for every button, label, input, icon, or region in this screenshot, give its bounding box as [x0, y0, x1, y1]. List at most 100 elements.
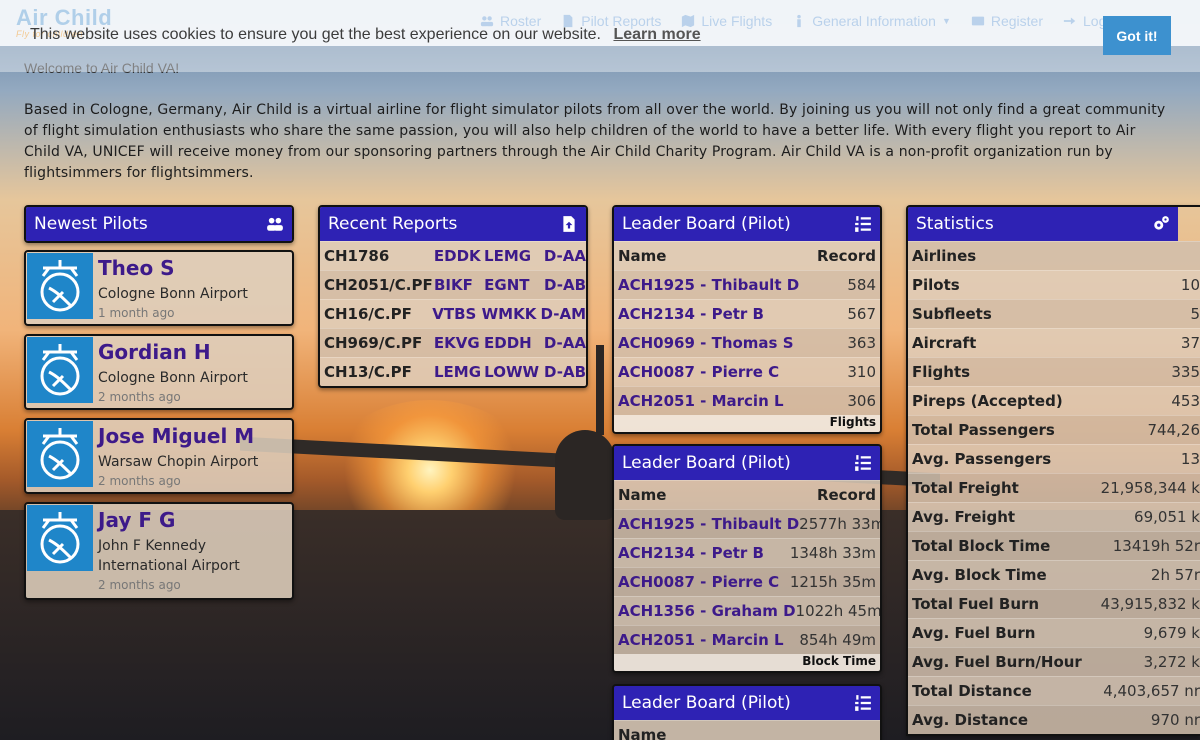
stat-label: Pilots: [912, 276, 960, 294]
col-name: Name: [618, 726, 667, 740]
statistics-row: Avg. Block Time 2h 57r: [908, 560, 1200, 589]
cookie-accept-button[interactable]: Got it!: [1103, 16, 1171, 55]
report-arr-airport[interactable]: EGNT: [484, 276, 544, 294]
statistics-row: Avg. Distance 970 nr: [908, 705, 1200, 734]
report-registration[interactable]: D-AA: [544, 334, 586, 352]
recent-reports-table: CH1786 EDDK LEMG D-AA CH2051/C.PF BIKF EGNT D-A…: [320, 241, 586, 386]
report-registration[interactable]: D-AA: [544, 247, 586, 265]
report-flight[interactable]: CH969/C.PF: [324, 334, 434, 352]
leaderboard-block-footer: Block Time: [614, 654, 880, 671]
list-ordered-icon: [855, 695, 871, 711]
statistics-row: Total Block Time 13419h 52r: [908, 531, 1200, 560]
pilot-name[interactable]: Jose Miguel M: [98, 424, 254, 448]
report-row[interactable]: CH1786 EDDK LEMG D-AA: [320, 241, 586, 270]
pilot-card[interactable]: Jay F G John F Kennedy International Air…: [24, 502, 294, 600]
report-registration[interactable]: D-AM: [541, 305, 587, 323]
leaderboard-pilot-link[interactable]: ACH1925 - Thibault D: [618, 515, 799, 533]
leaderboard-record: 2577h 33m: [799, 515, 880, 533]
report-arr-airport[interactable]: LOWW: [484, 363, 544, 381]
file-upload-icon: [563, 216, 575, 232]
leaderboard-pilot-link[interactable]: ACH2051 - Marcin L: [618, 392, 784, 410]
leaderboard-row[interactable]: ACH1356 - Graham D 1022h 45m: [614, 596, 880, 625]
leaderboard-row[interactable]: ACH1925 - Thibault D 584: [614, 270, 880, 299]
stat-label: Aircraft: [912, 334, 977, 352]
stat-label: Avg. Block Time: [912, 566, 1047, 584]
stat-value: 970 nr: [1150, 711, 1200, 729]
leaderboard-record: 567: [847, 305, 876, 323]
leaderboard-row[interactable]: ACH0087 - Pierre C 310: [614, 357, 880, 386]
stat-label: Total Fuel Burn: [912, 595, 1040, 613]
pilot-name[interactable]: Theo S: [98, 256, 175, 280]
report-row[interactable]: CH16/C.PF VTBS WMKK D-AM: [320, 299, 586, 328]
report-registration[interactable]: D-AB: [544, 276, 586, 294]
recent-reports-title: Recent Reports: [328, 214, 458, 234]
leaderboard-pilot-link[interactable]: ACH0087 - Pierre C: [618, 573, 779, 591]
leaderboard-row[interactable]: ACH2134 - Petr B 1348h 33m: [614, 538, 880, 567]
list-ordered-icon: [855, 455, 871, 471]
sunset-glow: [330, 400, 530, 540]
leaderboard-row[interactable]: ACH2051 - Marcin L 854h 49m: [614, 625, 880, 654]
airplane-silhouette: [555, 430, 615, 520]
stat-value: 43,915,832 k: [1100, 595, 1200, 613]
stat-value: 69,051 k: [1134, 508, 1200, 526]
recent-reports-panel: Recent Reports CH1786 EDDK LEMG D-AA CH2051/…: [318, 205, 588, 388]
report-row[interactable]: CH13/C.PF LEMG LOWW D-AB: [320, 357, 586, 386]
stat-value: 21,958,344 k: [1100, 479, 1200, 497]
pilot-card[interactable]: Jose Miguel M Warsaw Chopin Airport 2 mo…: [24, 418, 294, 494]
statistics-row: Flights 335: [908, 357, 1200, 386]
statistics-title: Statistics: [916, 214, 994, 234]
report-dep-airport[interactable]: VTBS: [432, 305, 481, 323]
report-flight[interactable]: CH2051/C.PF: [324, 276, 434, 294]
report-row[interactable]: CH2051/C.PF BIKF EGNT D-AB: [320, 270, 586, 299]
stat-label: Total Freight: [912, 479, 1019, 497]
leaderboard-block-panel: Leader Board (Pilot) Name Record ACH1925…: [612, 444, 882, 673]
leaderboard-row[interactable]: ACH2051 - Marcin L 306: [614, 386, 880, 415]
stat-label: Total Distance: [912, 682, 1032, 700]
leaderboard-pilot-link[interactable]: ACH1925 - Thibault D: [618, 276, 799, 294]
newest-pilots-header: Newest Pilots: [26, 207, 292, 241]
report-dep-airport[interactable]: EDDK: [434, 247, 484, 265]
leaderboard-row[interactable]: ACH0969 - Thomas S 363: [614, 328, 880, 357]
pilot-card[interactable]: Gordian H Cologne Bonn Airport 2 months …: [24, 334, 294, 410]
cookie-text: This website uses cookies to ensure you …: [30, 26, 601, 43]
pilot-name[interactable]: Jay F G: [98, 508, 175, 532]
leaderboard-flights-header: Leader Board (Pilot): [614, 207, 880, 241]
report-flight[interactable]: CH1786: [324, 247, 434, 265]
leaderboard-pilot-link[interactable]: ACH0969 - Thomas S: [618, 334, 794, 352]
leaderboard-record: 1348h 33m: [789, 544, 876, 562]
pilot-name[interactable]: Gordian H: [98, 340, 211, 364]
report-row[interactable]: CH969/C.PF EKVG EDDH D-AA: [320, 328, 586, 357]
report-registration[interactable]: D-AB: [544, 363, 586, 381]
leaderboard-row[interactable]: ACH1925 - Thibault D 2577h 33m: [614, 509, 880, 538]
report-dep-airport[interactable]: LEMG: [434, 363, 484, 381]
report-flight[interactable]: CH16/C.PF: [324, 305, 432, 323]
stat-value: 9,679 k: [1143, 624, 1200, 642]
leaderboard-third-panel: Leader Board (Pilot) Name: [612, 684, 882, 740]
leaderboard-flights-head-row: Name Record: [614, 241, 880, 270]
pilot-card[interactable]: Theo S Cologne Bonn Airport 1 month ago: [24, 250, 294, 326]
statistics-row: Avg. Freight 69,051 k: [908, 502, 1200, 531]
users-icon: [267, 217, 283, 231]
leaderboard-pilot-link[interactable]: ACH1356 - Graham D: [618, 602, 796, 620]
leaderboard-pilot-link[interactable]: ACH2134 - Petr B: [618, 544, 764, 562]
leaderboard-row[interactable]: ACH2134 - Petr B 567: [614, 299, 880, 328]
col-record: Record: [816, 247, 876, 265]
cookie-learn-more-link[interactable]: Learn more: [613, 26, 700, 43]
leaderboard-row[interactable]: ACH0087 - Pierre C 1215h 35m: [614, 567, 880, 596]
leaderboard-record: 854h 49m: [799, 631, 876, 649]
report-arr-airport[interactable]: LEMG: [484, 247, 544, 265]
leaderboard-pilot-link[interactable]: ACH0087 - Pierre C: [618, 363, 779, 381]
pilot-airport: Cologne Bonn Airport: [98, 370, 248, 386]
statistics-row: Avg. Fuel Burn 9,679 k: [908, 618, 1200, 647]
statistics-row: Aircraft 37: [908, 328, 1200, 357]
pilot-airport: Cologne Bonn Airport: [98, 286, 248, 302]
statistics-row: Pilots 10: [908, 270, 1200, 299]
leaderboard-pilot-link[interactable]: ACH2051 - Marcin L: [618, 631, 784, 649]
report-dep-airport[interactable]: EKVG: [434, 334, 484, 352]
report-flight[interactable]: CH13/C.PF: [324, 363, 434, 381]
leaderboard-pilot-link[interactable]: ACH2134 - Petr B: [618, 305, 764, 323]
report-dep-airport[interactable]: BIKF: [434, 276, 484, 294]
report-arr-airport[interactable]: EDDH: [484, 334, 544, 352]
stat-label: Subfleets: [912, 305, 992, 323]
report-arr-airport[interactable]: WMKK: [482, 305, 541, 323]
